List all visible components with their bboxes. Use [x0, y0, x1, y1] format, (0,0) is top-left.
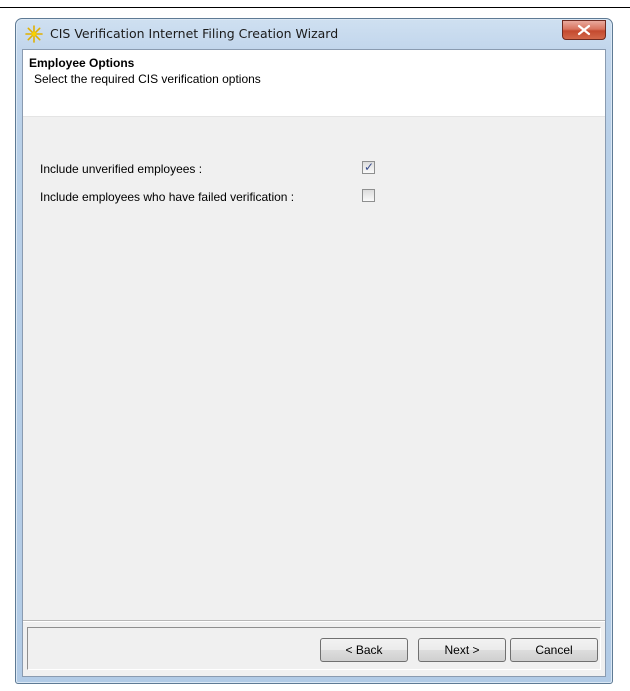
wizard-header: Employee Options Select the required CIS… — [23, 50, 605, 117]
sparkle-star-icon — [25, 25, 43, 43]
top-divider-line — [0, 7, 630, 8]
wizard-client-area: Employee Options Select the required CIS… — [22, 49, 606, 677]
title-bar[interactable]: CIS Verification Internet Filing Creatio… — [16, 19, 612, 49]
option-label-failed: Include employees who have failed verifi… — [40, 190, 295, 204]
cancel-button[interactable]: Cancel — [510, 638, 598, 662]
failed-verification-checkbox[interactable] — [362, 189, 375, 202]
option-label-unverified: Include unverified employees : — [40, 162, 203, 176]
page-title: Employee Options — [29, 56, 135, 70]
checkmark-icon: ✓ — [364, 160, 375, 174]
close-icon — [577, 24, 591, 36]
next-button[interactable]: Next > — [418, 638, 506, 662]
option-row-unverified: Include unverified employees : ✓ — [40, 160, 580, 179]
back-button[interactable]: < Back — [320, 638, 408, 662]
close-button[interactable] — [562, 20, 606, 40]
wizard-footer: < Back Next > Cancel — [23, 620, 605, 676]
page-subtitle: Select the required CIS verification opt… — [34, 72, 261, 86]
wizard-window: CIS Verification Internet Filing Creatio… — [15, 18, 613, 684]
unverified-employees-checkbox[interactable]: ✓ — [362, 160, 375, 174]
window-title: CIS Verification Internet Filing Creatio… — [50, 26, 339, 41]
option-row-failed: Include employees who have failed verifi… — [40, 189, 580, 207]
